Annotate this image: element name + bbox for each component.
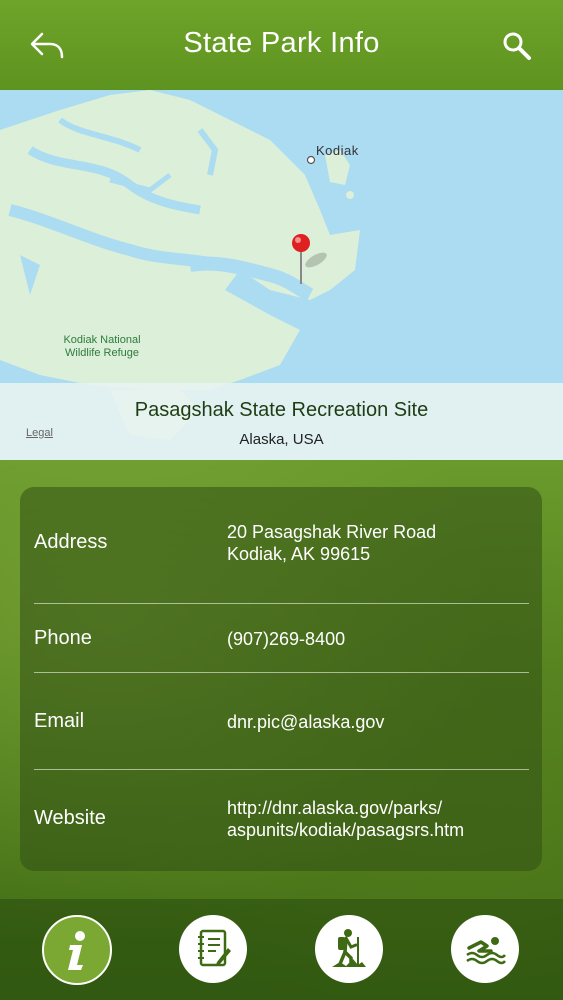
- divider: [34, 672, 529, 673]
- website-line1: http://dnr.alaska.gov/parks/: [227, 798, 443, 818]
- refuge-label-line1: Kodiak National: [63, 334, 141, 346]
- email-value[interactable]: dnr.pic@alaska.gov: [227, 711, 384, 733]
- website-row: Website http://dnr.alaska.gov/parks/ asp…: [34, 793, 529, 843]
- address-row: Address 20 Pasagshak River Road Kodiak, …: [34, 517, 529, 577]
- tab-notes[interactable]: [179, 915, 247, 983]
- app-header: State Park Info: [0, 0, 563, 90]
- map-caption: Pasagshak State Recreation Site Alaska, …: [0, 383, 563, 460]
- place-region: Alaska, USA: [239, 431, 324, 448]
- search-icon: [503, 32, 531, 60]
- swimmer-icon: [466, 937, 506, 965]
- info-icon: [68, 931, 85, 970]
- email-label: Email: [34, 710, 85, 732]
- place-name: Pasagshak State Recreation Site: [134, 399, 429, 421]
- phone-row: Phone (907)269-8400: [34, 623, 529, 653]
- email-row: Email dnr.pic@alaska.gov: [34, 706, 529, 736]
- phone-value[interactable]: (907)269-8400: [227, 628, 345, 650]
- divider: [34, 603, 529, 604]
- tab-hiking[interactable]: [315, 915, 383, 983]
- tab-swimming[interactable]: [451, 915, 519, 983]
- phone-label: Phone: [34, 627, 92, 649]
- tab-info[interactable]: [42, 915, 112, 985]
- city-label: Kodiak: [316, 143, 359, 158]
- website-label: Website: [34, 807, 106, 829]
- address-value[interactable]: 20 Pasagshak River Road Kodiak, AK 99615: [227, 521, 436, 565]
- refuge-label: Kodiak National Wildlife Refuge: [52, 334, 152, 360]
- info-card: Address 20 Pasagshak River Road Kodiak, …: [20, 487, 542, 871]
- website-value[interactable]: http://dnr.alaska.gov/parks/ aspunits/ko…: [227, 797, 464, 841]
- tab-bar: [0, 899, 563, 1000]
- address-line1: 20 Pasagshak River Road: [227, 522, 437, 542]
- website-line2: aspunits/kodiak/pasagsrs.htm: [227, 820, 465, 840]
- address-line2: Kodiak, AK 99615: [227, 544, 371, 564]
- legal-link[interactable]: Legal: [26, 427, 53, 439]
- divider: [34, 769, 529, 770]
- park-map[interactable]: Kodiak Kodiak National Wildlife Refuge P…: [0, 90, 563, 460]
- refuge-label-line2: Wildlife Refuge: [65, 347, 139, 359]
- page-title: State Park Info: [183, 27, 380, 59]
- notebook-icon: [198, 929, 231, 967]
- search-button[interactable]: [498, 28, 538, 64]
- address-label: Address: [34, 531, 108, 553]
- hiker-icon: [332, 929, 366, 967]
